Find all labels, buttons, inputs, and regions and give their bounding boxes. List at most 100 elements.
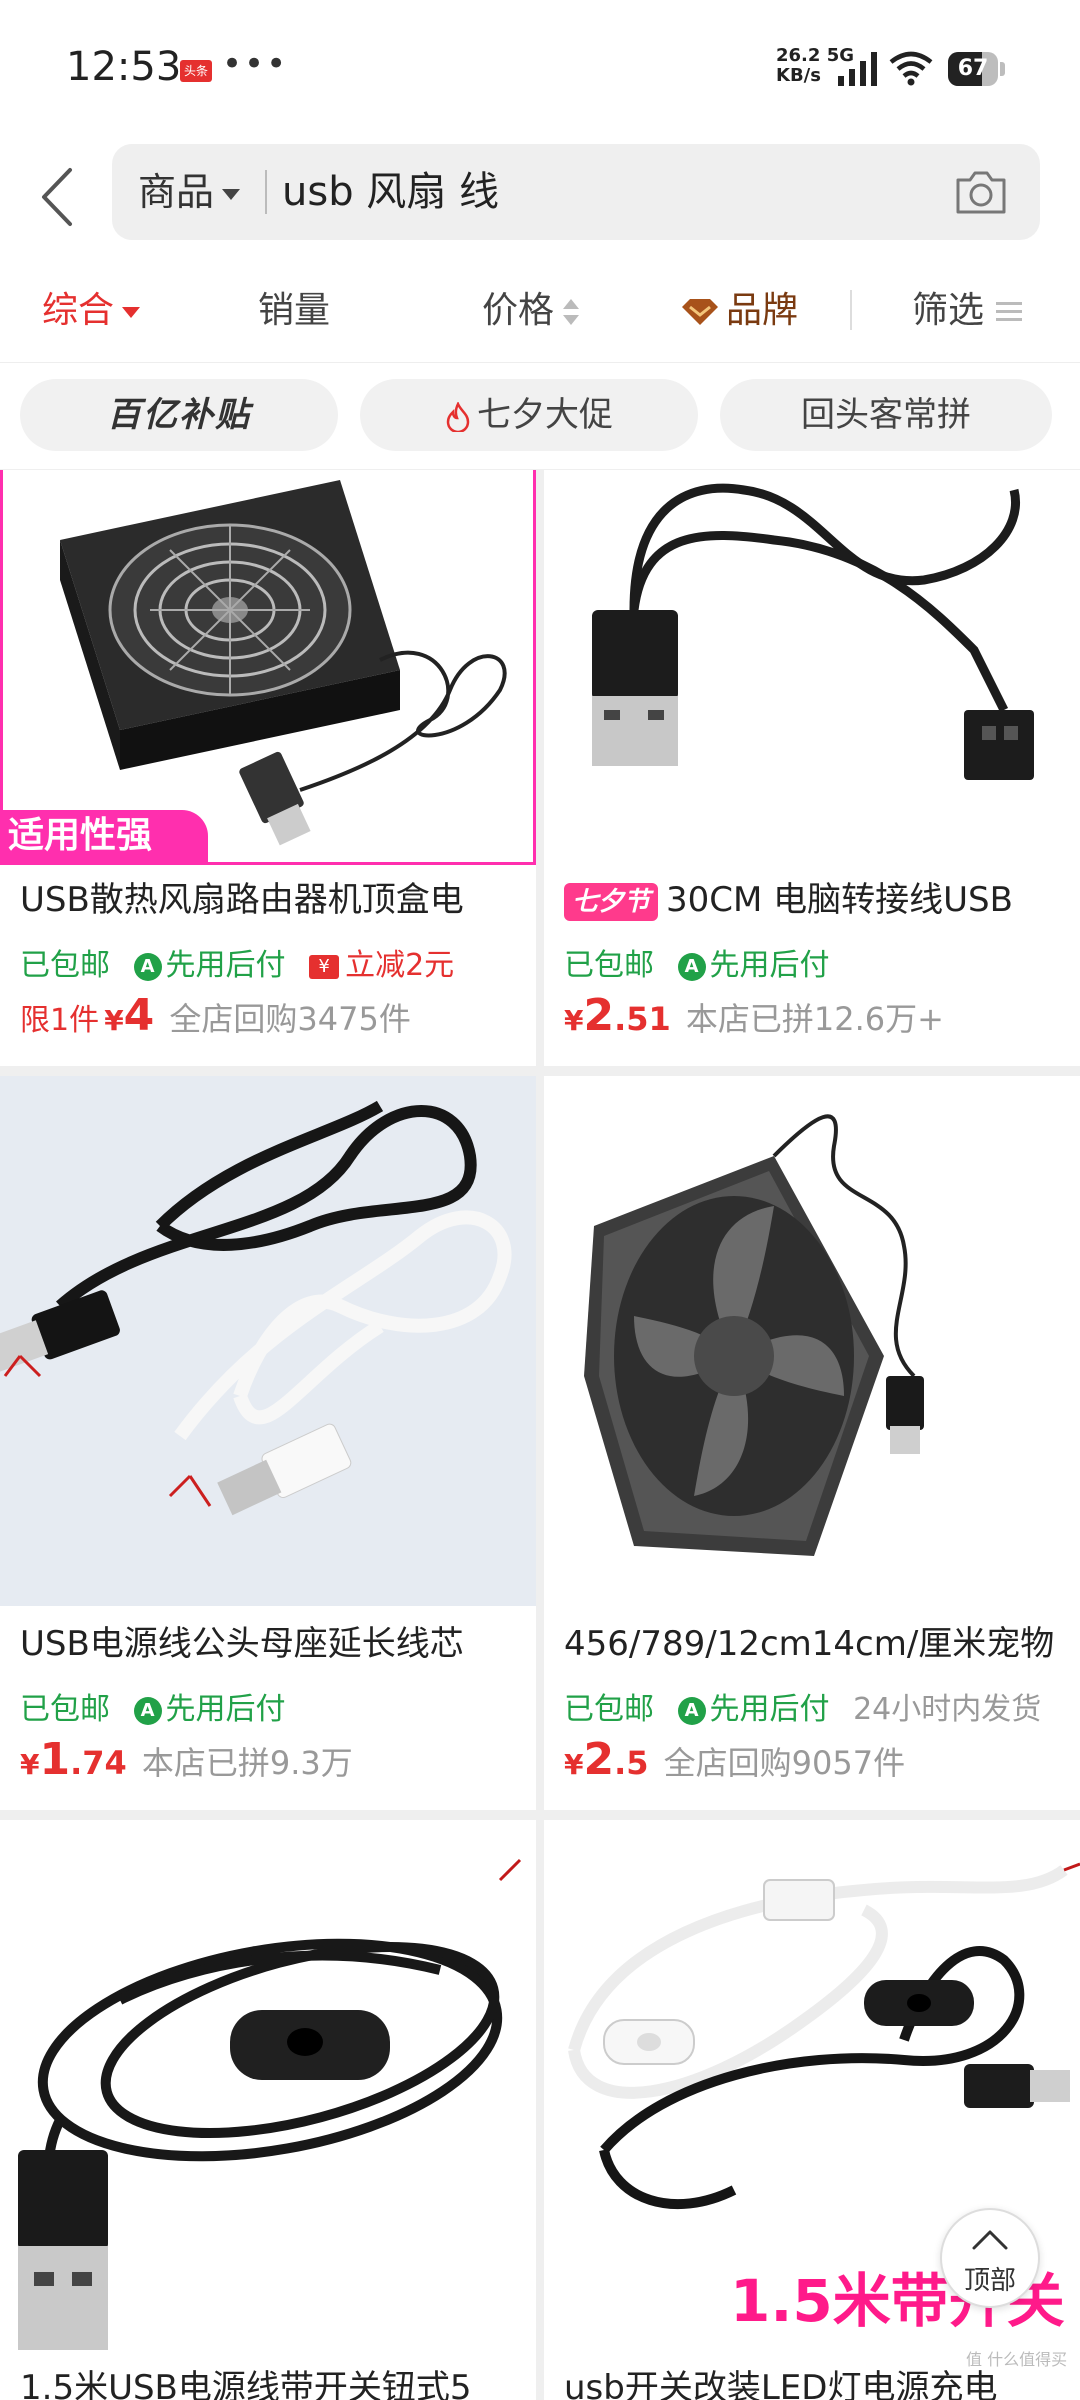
tag-free-shipping: 已包邮 [20,948,110,983]
search-divider [265,170,267,214]
product-price: ¥2.51 [564,990,671,1041]
tag-pay-later: A 先用后付 [133,948,286,983]
watermark: 值 什么值得买 [966,2350,1068,2369]
price-integer: 4 [123,990,155,1041]
chip-qixi-label: 七夕大促 [477,395,613,435]
sort-arrows-icon [563,299,580,325]
product-card[interactable]: 七夕节 30CM 电脑转接线USB 已包邮 A 先用后付 ¥2.51 本店已拼12.… [544,470,1080,1066]
tag-discount-label: 立减2元 [345,948,455,983]
search-header: 商品 usb 风扇 线 [0,140,1080,260]
search-scope-dropdown[interactable]: 商品 [138,144,241,240]
product-image-fan [0,470,536,862]
notification-badge: 头条 [180,60,212,82]
chevron-down-icon [122,306,141,318]
tag-pay-later-label: 先用后付 [165,948,286,983]
filter-chips: 百亿补贴 七夕大促 回头客常拼 [0,362,1080,469]
product-title[interactable]: 456/789/12cm14cm/厘米宠物 [564,1616,1060,1665]
chevron-down-icon [222,189,241,200]
sales-count: 全店回购9057件 [663,1744,906,1782]
coupon-icon: ¥ [309,954,340,979]
product-image-usb-power-cables [0,1076,536,1606]
product-card[interactable]: 适用性强 USB散热风扇路由器机顶盒电 已包邮 A 先用后付 ¥ 立减2元 限1件 … [0,470,536,1066]
search-bar[interactable]: 商品 usb 风扇 线 [112,144,1040,240]
menu-icon [996,302,1023,321]
chevron-up-icon [972,2230,1008,2250]
battery-level: 67 [957,56,989,81]
price-row: ¥2.51 本店已拼12.6万+ [564,990,944,1041]
tag-free-shipping: 已包邮 [564,948,654,983]
product-title[interactable]: 1.5米USB电源线带开关钮式5 [20,2360,516,2400]
sort-price[interactable]: 价格 [482,260,580,362]
status-bar: 12:53 头条 ••• 26.2 5G KB/s 67 [0,0,1080,140]
image-badge: 适用性强 [0,810,208,862]
price-currency: ¥ [20,1748,40,1781]
tag-discount: ¥ 立减2元 [309,948,454,983]
filter-button[interactable]: 筛选 [912,260,1023,362]
price-currency: ¥ [104,1004,124,1037]
product-image-adapter-cable [544,470,1080,862]
product-tags: 已包邮 A 先用后付 24小时内发货 [564,1684,1041,1728]
back-button[interactable] [30,162,90,232]
price-row: 限1件 ¥4 全店回购3475件 [20,990,411,1041]
price-integer: 2 [583,1734,615,1785]
product-price: ¥4 [104,990,154,1041]
back-to-top-button[interactable]: 顶部 [940,2208,1040,2308]
price-row: ¥1.74 本店已拼9.3万 [20,1734,353,1785]
price-row: ¥2.5 全店回购9057件 [564,1734,905,1785]
net-speed-value: 26.2 [776,45,821,66]
product-title-row[interactable]: 七夕节 30CM 电脑转接线USB [564,872,1060,921]
pay-later-icon: A [133,952,162,981]
tag-shipping-time: 24小时内发货 [853,1692,1042,1727]
product-title[interactable]: USB电源线公头母座延长线芯 [20,1616,516,1665]
pay-later-icon: A [677,952,706,981]
tag-pay-later: A 先用后付 [133,1692,286,1727]
price-integer: 1 [39,1734,71,1785]
product-title[interactable]: USB散热风扇路由器机顶盒电 [20,872,516,921]
battery-icon: 67 [948,52,1006,86]
sort-bar: 综合 销量 价格 品牌 筛选 [0,260,1080,362]
product-image-case-fan [544,1076,1080,1606]
price-currency: ¥ [564,1748,584,1781]
wifi-icon [889,51,933,86]
product-price: ¥2.5 [564,1734,649,1785]
search-scope-label: 商品 [138,170,215,214]
more-notifications-icon: ••• [222,44,289,84]
sort-brand[interactable]: 品牌 [680,260,798,362]
sales-count: 全店回购3475件 [169,1000,411,1038]
product-title: 30CM 电脑转接线USB [666,880,1013,920]
price-currency: ¥ [564,1004,584,1037]
product-card[interactable]: 456/789/12cm14cm/厘米宠物 已包邮 A 先用后付 24小时内发货 … [544,1076,1080,1810]
product-tags: 已包邮 A 先用后付 [20,1684,300,1728]
tag-pay-later-label: 先用后付 [709,1692,830,1727]
chip-qixi[interactable]: 七夕大促 [360,379,698,451]
tag-free-shipping: 已包邮 [564,1692,654,1727]
product-price: ¥1.74 [20,1734,127,1785]
filter-label: 筛选 [912,290,985,331]
tag-pay-later-label: 先用后付 [709,948,830,983]
chip-subsidy[interactable]: 百亿补贴 [20,379,338,451]
brand-diamond-icon [682,299,718,325]
chip-repeat-buyers[interactable]: 回头客常拼 [720,379,1052,451]
sort-comprehensive-label: 综合 [42,290,115,331]
clock: 12:53 [66,44,182,90]
camera-icon[interactable] [952,164,1010,220]
sales-count: 本店已拼12.6万+ [685,1000,944,1038]
sort-price-label: 价格 [482,290,555,331]
search-input[interactable]: usb 风扇 线 [282,144,499,240]
sort-sales[interactable]: 销量 [258,260,330,362]
product-card[interactable]: 1.5米带开关 usb开关改装LED灯电源充电 [544,1820,1080,2400]
tag-free-shipping: 已包邮 [20,1692,110,1727]
product-card[interactable]: 1.5米USB电源线带开关钮式5 [0,1820,536,2400]
back-to-top-label: 顶部 [963,2266,1016,2296]
sort-divider [850,290,852,330]
product-card[interactable]: USB电源线公头母座延长线芯 已包邮 A 先用后付 ¥1.74 本店已拼9.3万 [0,1076,536,1810]
purchase-limit: 限1件 [20,1003,100,1038]
tag-pay-later: A 先用后付 [677,1692,830,1727]
sales-count: 本店已拼9.3万 [141,1744,353,1782]
product-tags: 已包邮 A 先用后付 [564,940,844,984]
pay-later-icon: A [133,1696,162,1725]
product-image-switch-cable [0,1820,536,2350]
festival-badge: 七夕节 [564,882,659,921]
price-decimal: .51 [614,1000,671,1038]
sort-comprehensive[interactable]: 综合 [42,260,141,362]
